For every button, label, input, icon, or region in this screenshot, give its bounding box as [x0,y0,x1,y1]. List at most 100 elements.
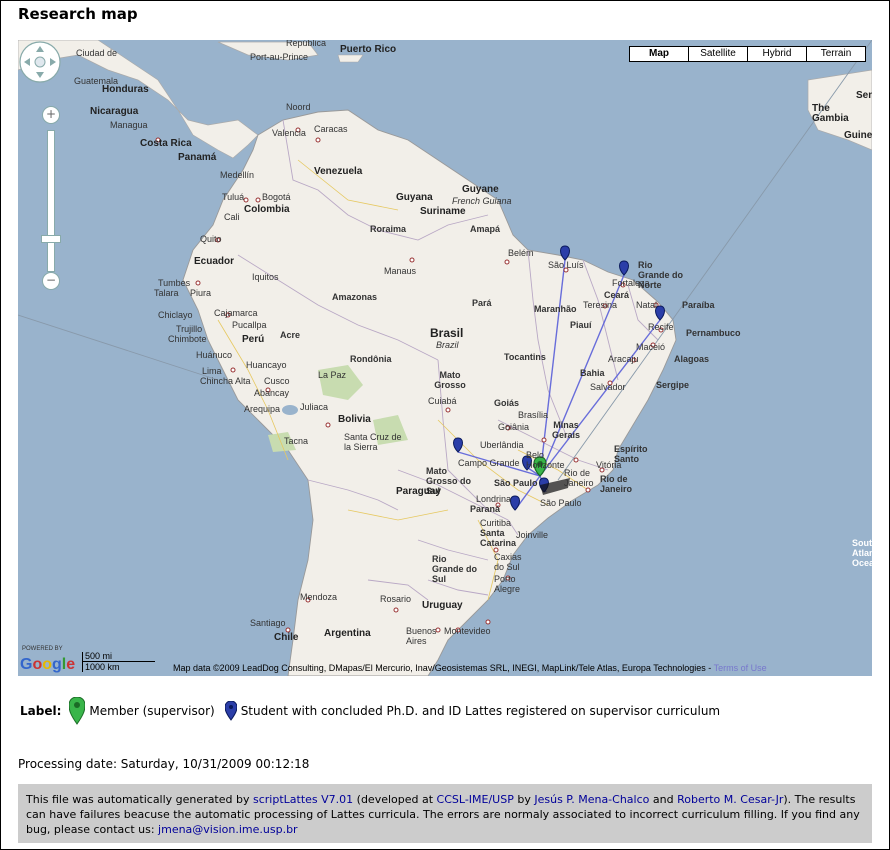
map-label: Tocantins [504,352,546,362]
scriptlattes-link[interactable]: scriptLattes V7.01 [253,793,353,806]
map-type-satellite-button[interactable]: Satellite [688,47,747,61]
map-label: Santiago [250,618,286,628]
map-label: Panamá [178,152,217,163]
map-type-hybrid-button[interactable]: Hybrid [747,47,806,61]
map-label: Honduras [102,84,149,95]
terms-of-use-link[interactable]: Terms of Use [714,663,767,673]
map-label: Curitiba [480,518,512,528]
map-label: Medellín [220,170,255,180]
legend-member-text: Member (supervisor) [89,704,215,718]
map-label: Chile [274,632,299,643]
lake-titicaca [282,405,298,415]
map-label: Piauí [570,320,592,330]
map-label: Argentina [324,628,371,639]
map-label: Chincha Alta [200,376,251,386]
map-label: Rondônia [350,354,392,364]
map-label: São Paulo [494,478,538,488]
footer-text: and [649,793,678,806]
map-label: Manaus [384,266,417,276]
map-label: Caxias do Sul [494,552,522,572]
map-label: Talara [154,288,179,298]
map-label: Guyane [462,184,499,195]
map-label: Aracaju [608,354,639,364]
map-label: Port-au-Prince [250,52,309,62]
map-label: Huancayo [246,360,287,370]
map-label: Sergipe [656,380,690,390]
map-label: South Atlantic Ocean [852,538,872,568]
map-label: Santa Catarina [480,528,517,548]
processing-date: Processing date: Saturday, 10/31/2009 00… [18,757,310,771]
map-label: Suriname [420,206,466,217]
map-label: Colombia [244,204,290,215]
map-label: Bolivia [338,414,371,425]
map-label: Chimbote [168,334,207,344]
scale-mi: 500 mi [82,652,155,662]
map-label: Brasília [518,410,549,420]
powered-by-text: POWERED BY [22,646,63,652]
map-label: French Guiana [452,196,512,206]
footer-text: by [513,793,535,806]
map-label: Managua [110,120,148,130]
map-label: Rio de Janeiro [564,468,594,488]
map-label: Bogotá [262,192,291,202]
map-label: Sene [856,90,872,101]
footer-note: This file was automatically generated by… [18,784,872,843]
map-legend: Label: Member (supervisor) Student with … [20,697,720,725]
map-label: Rio Grande do Sul [432,554,478,584]
map-label: São Luís [548,260,584,270]
zoom-slider-thumb[interactable] [41,235,61,243]
map-label: Puerto Rico [340,44,397,55]
map-label: Costa Rica [140,138,192,149]
pan-control[interactable] [18,40,62,84]
map-label: Tuluá [222,192,245,202]
map-label: Venezuela [314,166,363,177]
map-label: Arequipa [244,404,281,414]
map-label: Pará [472,298,492,308]
map-label: Maranhão [534,304,577,314]
map-label: Goiânia [498,422,530,432]
google-logo[interactable]: Google [20,656,75,674]
map-scale: 500 mi 1000 km [82,652,162,674]
author2-link[interactable]: Roberto M. Cesar-Jr [677,793,783,806]
zoom-slider-track[interactable] [47,130,55,272]
map-label: The Gambia [812,103,849,124]
author1-link[interactable]: Jesús P. Mena-Chalco [534,793,649,806]
map-type-terrain-button[interactable]: Terrain [806,47,865,61]
map-label: Trujillo [176,324,203,334]
map-label: Guyana [396,192,433,203]
attribution-text: Map data ©2009 LeadDog Consulting, DMapa… [173,663,714,673]
map-label: Rosario [380,594,412,604]
map-label: Piura [190,288,212,298]
zoom-out-button[interactable]: − [42,272,60,290]
zoom-in-button[interactable]: + [42,106,60,124]
map-label: Santa Cruz de la Sierra [344,432,402,452]
map-label: Lima [202,366,222,376]
map-label: Bahia [580,368,605,378]
map-label: Buenos Aires [406,626,437,646]
map-label: Ecuador [194,256,235,267]
map-label: Alagoas [674,354,710,364]
map-label: Salvador [590,382,626,392]
map-label: Joinville [516,530,549,540]
map-label: Minas Gerais [551,420,581,440]
map-label: Cajamarca [214,308,258,318]
legend-label: Label: [20,704,62,718]
contact-email-link[interactable]: jmena@vision.ime.usp.br [158,823,298,836]
map-label: Londrina [476,494,512,504]
research-map[interactable]: República Puerto Rico Port-au-Prince Ciu… [18,40,872,676]
map-label: Guinea-Bissau [844,130,872,141]
map-label: Paraguay [396,486,442,497]
map-label: Teresina [583,300,618,310]
map-label: Belém [508,248,534,258]
map-label: Recife [648,322,674,332]
ccsl-link[interactable]: CCSL-IME/USP [437,793,514,806]
map-label: Huánuco [196,350,233,360]
map-label: Tumbes [158,278,191,288]
map-label: Juliaca [300,402,329,412]
student-pin-icon [224,701,237,721]
map-label: São Paulo [540,498,582,508]
map-label: Iquitos [252,272,279,282]
map-type-map-button[interactable]: Map [630,47,688,61]
hand-icon [34,56,46,68]
map-label: Abancay [254,388,290,398]
